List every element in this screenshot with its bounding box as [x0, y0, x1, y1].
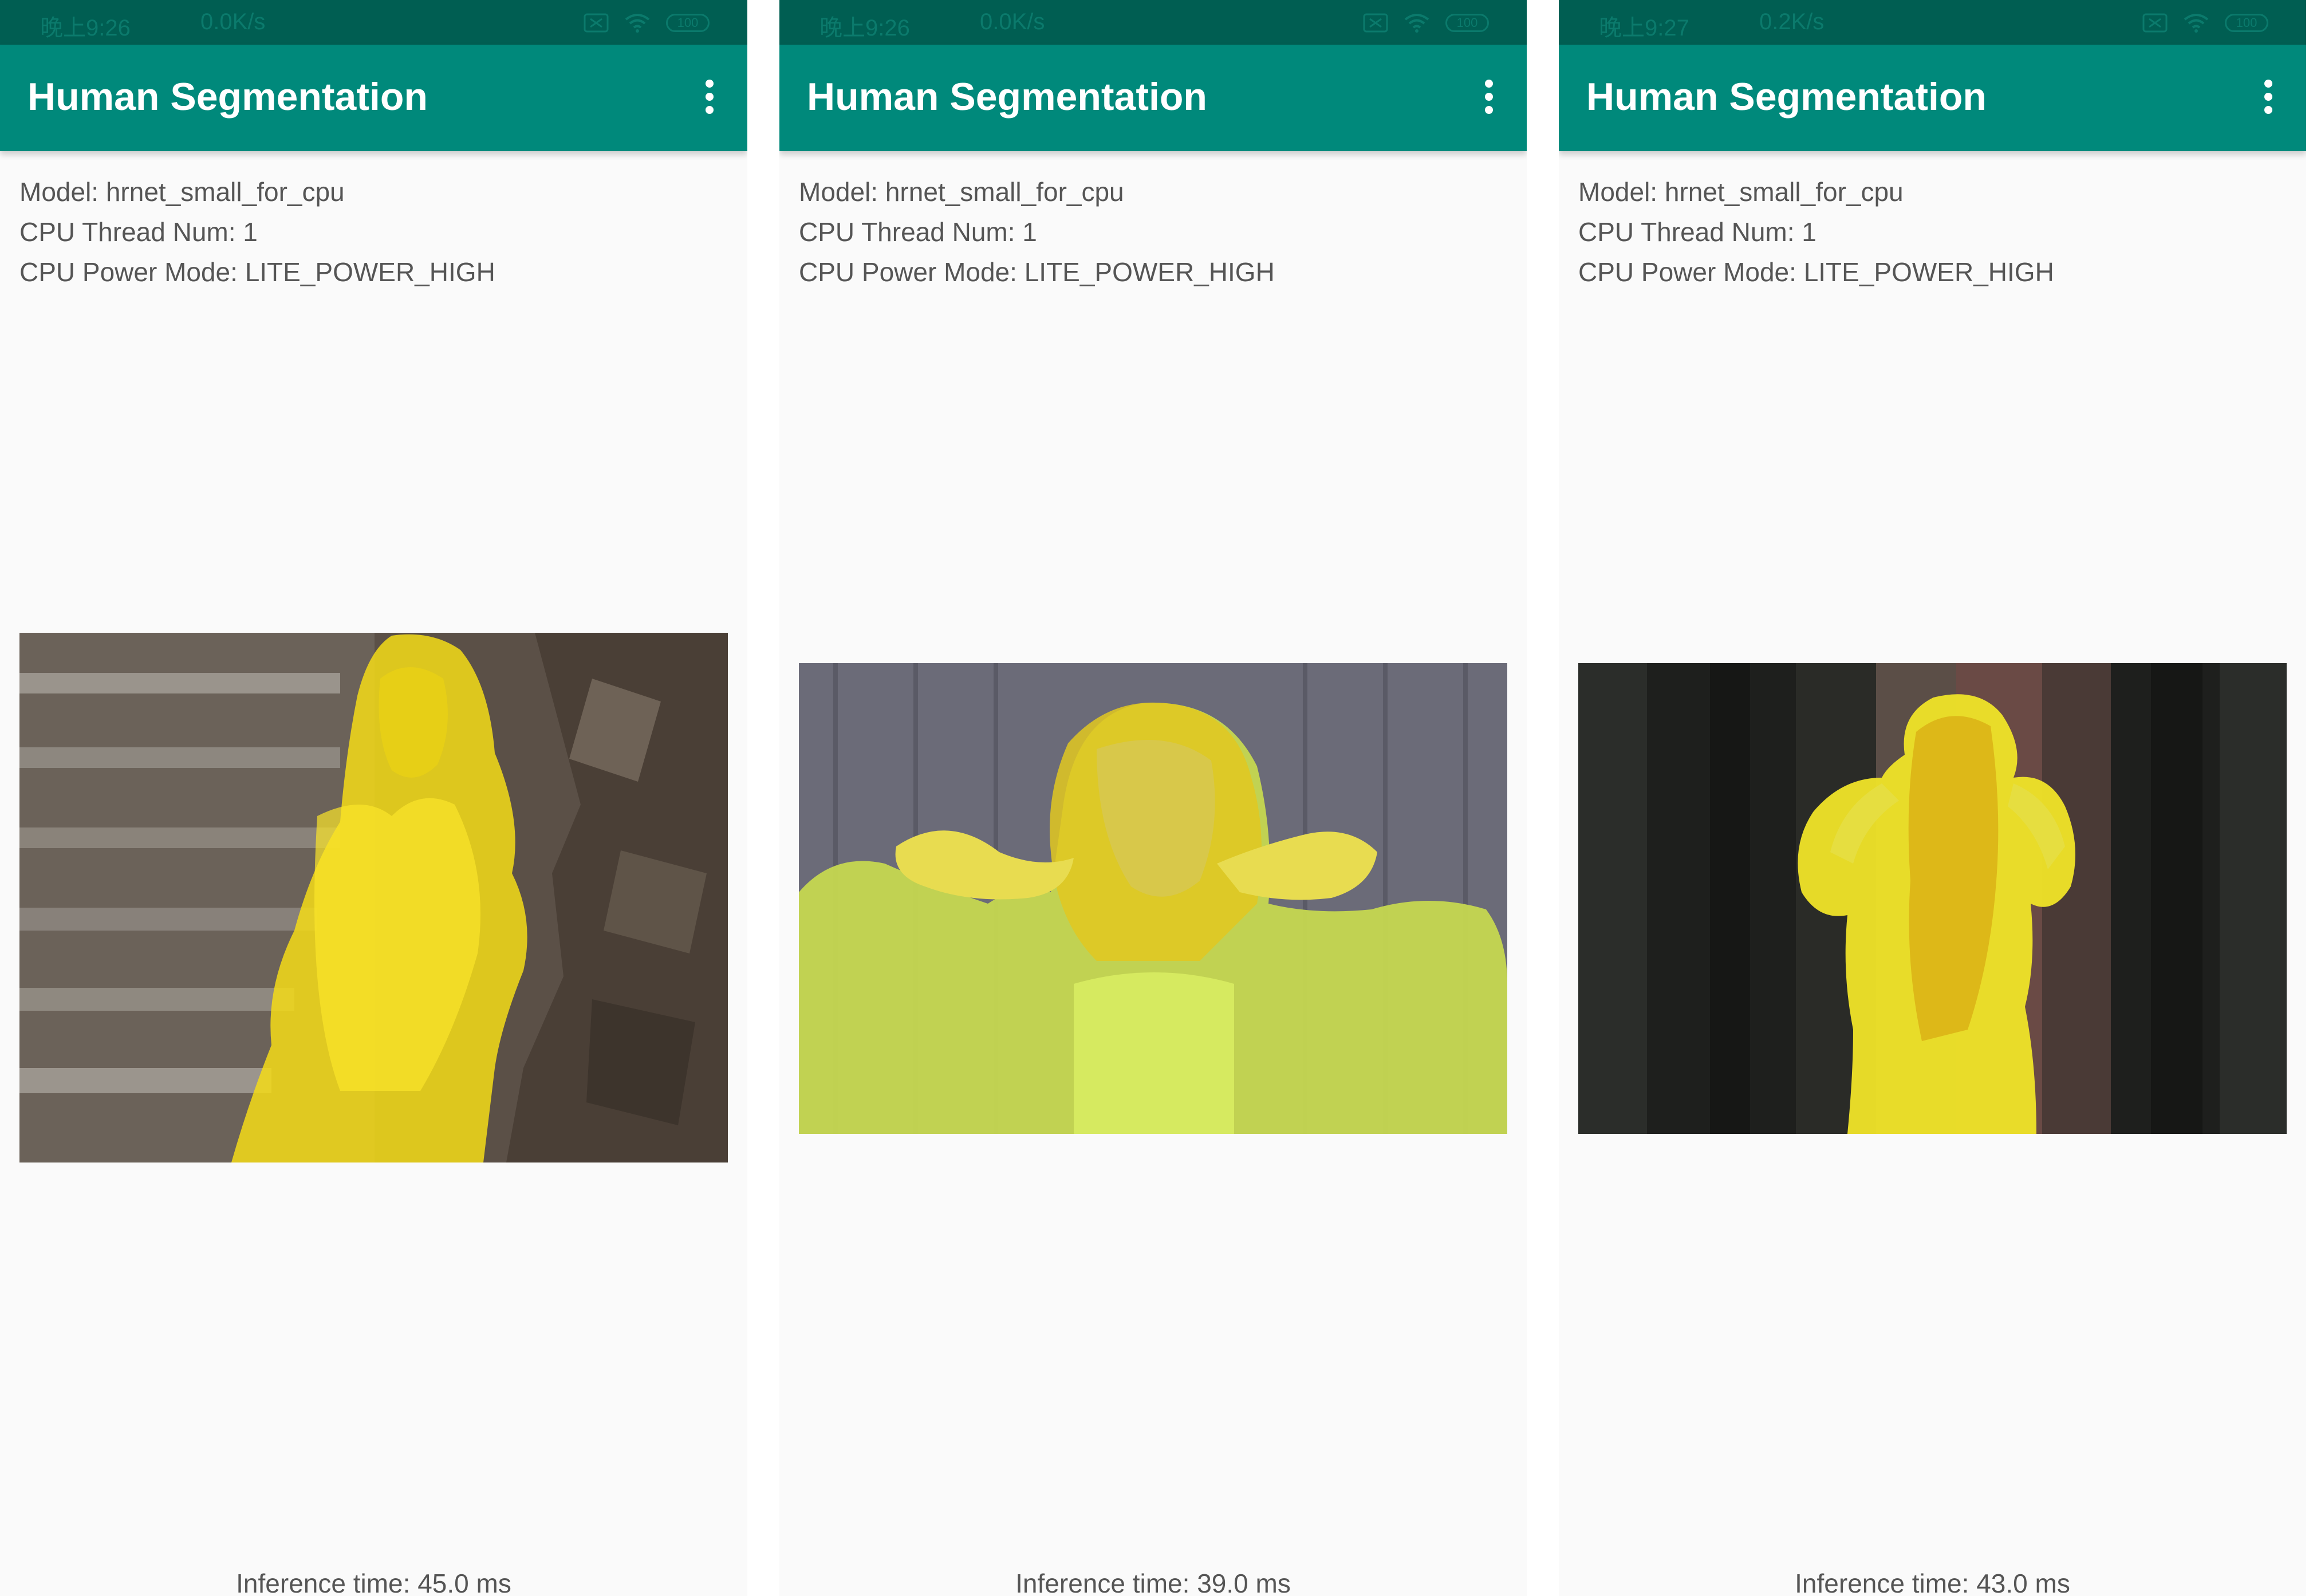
battery-level: 100	[2236, 15, 2257, 30]
sim-icon	[584, 13, 609, 33]
model-name: Model: hrnet_small_for_cpu	[19, 177, 345, 207]
segmentation-result-image	[1578, 663, 2287, 1134]
status-time: 晚上9:26	[819, 15, 910, 41]
app-toolbar: Human Segmentation	[1559, 45, 2306, 151]
app-title: Human Segmentation	[27, 75, 428, 119]
cpu-thread-num: CPU Thread Num: 1	[799, 217, 1037, 247]
status-bar: 晚上9:27 0.2K/s 100	[1559, 0, 2306, 45]
network-speed: 0.0K/s	[980, 9, 1045, 34]
model-info: Model: hrnet_small_for_cpu CPU Thread Nu…	[799, 172, 1275, 292]
cpu-thread-num: CPU Thread Num: 1	[1578, 217, 1817, 247]
model-info: Model: hrnet_small_for_cpu CPU Thread Nu…	[19, 172, 495, 292]
segmentation-result-image	[799, 663, 1507, 1134]
status-time: 晚上9:26	[40, 15, 131, 41]
battery-icon: 100	[666, 14, 710, 32]
inference-time: Inference time: 43.0 ms	[1795, 1569, 2070, 1596]
network-speed: 0.0K/s	[200, 9, 266, 34]
cpu-thread-num: CPU Thread Num: 1	[19, 217, 258, 247]
cpu-power-mode: CPU Power Mode: LITE_POWER_HIGH	[799, 257, 1275, 287]
status-time: 晚上9:27	[1599, 15, 1689, 41]
more-vertical-icon[interactable]	[1477, 78, 1500, 124]
inference-time: Inference time: 39.0 ms	[1015, 1569, 1291, 1596]
sim-icon	[2142, 13, 2168, 33]
more-vertical-icon[interactable]	[698, 78, 721, 124]
phone-screen-3: 晚上9:27 0.2K/s 100 Human Segmentation Mod…	[1559, 0, 2306, 1596]
battery-icon: 100	[2225, 14, 2268, 32]
status-bar: 晚上9:26 0.0K/s 100	[0, 0, 747, 45]
app-toolbar: Human Segmentation	[779, 45, 1527, 151]
network-speed: 0.2K/s	[1759, 9, 1825, 34]
app-toolbar: Human Segmentation	[0, 45, 747, 151]
app-title: Human Segmentation	[807, 75, 1207, 119]
phone-screen-1: 晚上9:26 0.0K/s 100 Human Segmentation Mod…	[0, 0, 747, 1596]
cpu-power-mode: CPU Power Mode: LITE_POWER_HIGH	[19, 257, 495, 287]
inference-time: Inference time: 45.0 ms	[236, 1569, 511, 1596]
model-info: Model: hrnet_small_for_cpu CPU Thread Nu…	[1578, 172, 2054, 292]
phone-screen-2: 晚上9:26 0.0K/s 100 Human Segmentation Mod…	[779, 0, 1527, 1596]
status-bar: 晚上9:26 0.0K/s 100	[779, 0, 1527, 45]
battery-level: 100	[1456, 15, 1478, 30]
battery-level: 100	[677, 15, 699, 30]
cpu-power-mode: CPU Power Mode: LITE_POWER_HIGH	[1578, 257, 2054, 287]
segmentation-result-image	[19, 633, 728, 1162]
app-title: Human Segmentation	[1586, 75, 1987, 119]
battery-icon: 100	[1445, 14, 1489, 32]
wifi-icon	[2184, 14, 2209, 33]
wifi-icon	[625, 14, 650, 33]
more-vertical-icon[interactable]	[2257, 78, 2280, 124]
wifi-icon	[1404, 14, 1429, 33]
model-name: Model: hrnet_small_for_cpu	[799, 177, 1124, 207]
sim-icon	[1363, 13, 1388, 33]
model-name: Model: hrnet_small_for_cpu	[1578, 177, 1904, 207]
